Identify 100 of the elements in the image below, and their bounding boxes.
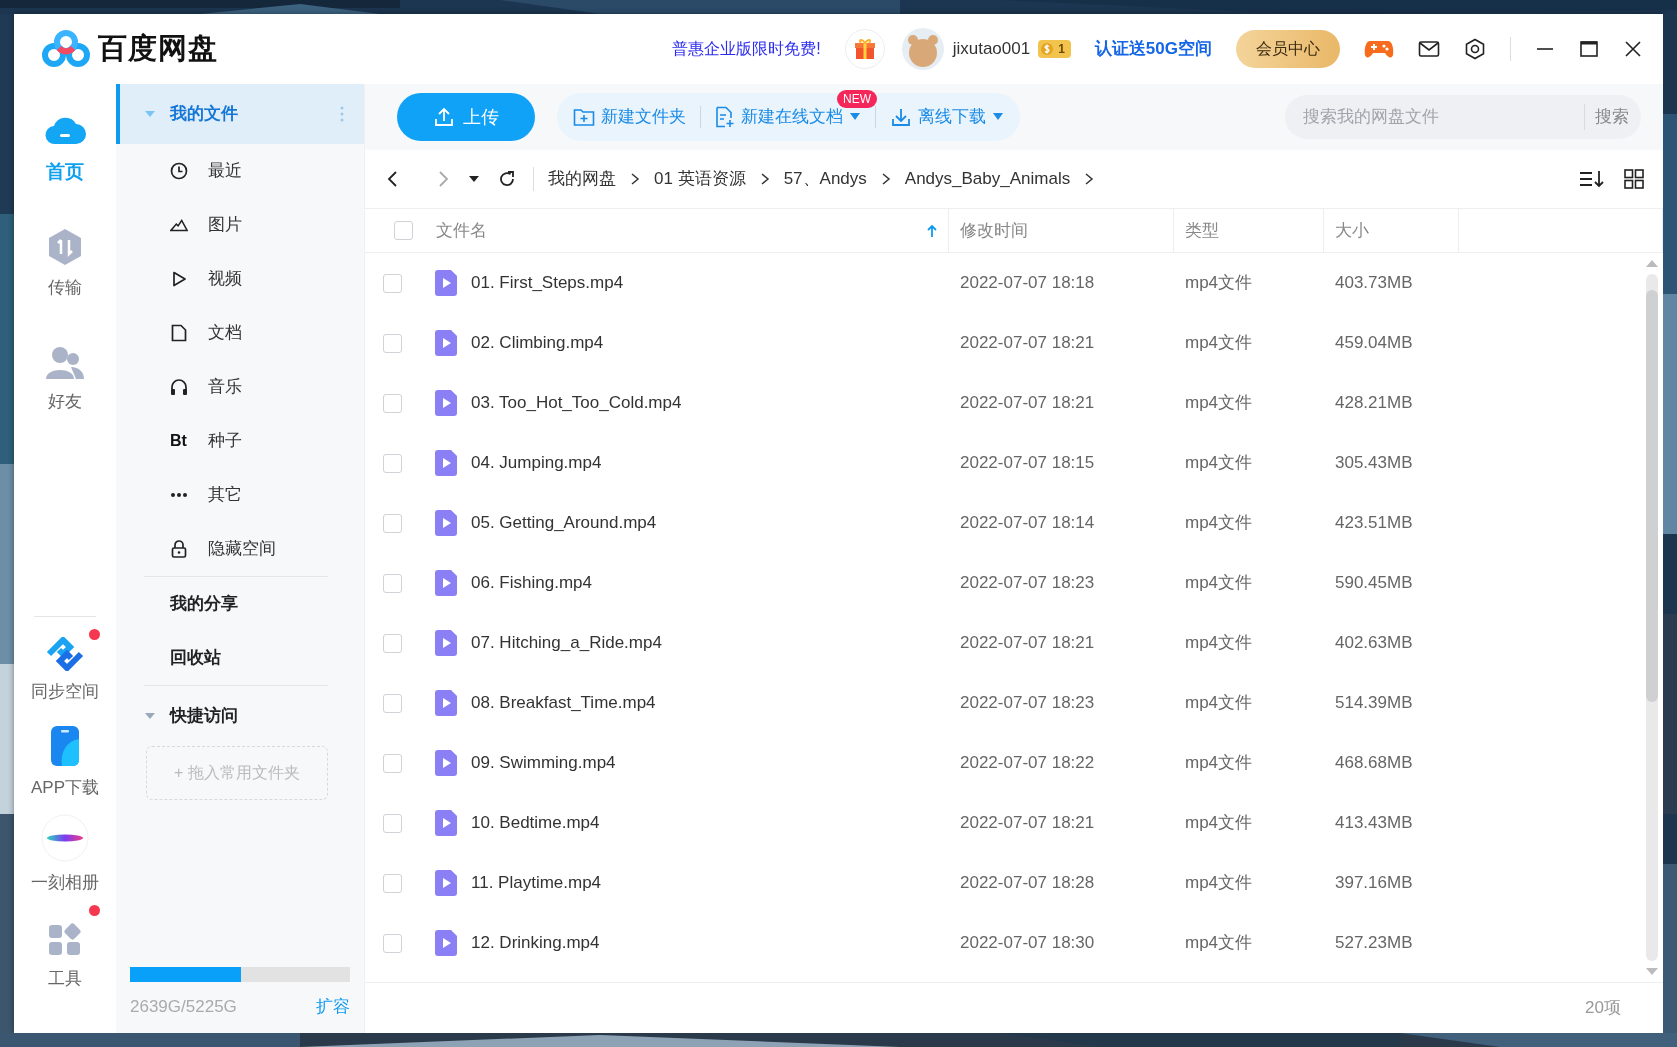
file-size: 590.45MB [1334, 573, 1413, 593]
file-name[interactable]: 06. Fishing.mp4 [471, 570, 592, 596]
app-title: 百度网盘 [98, 31, 218, 67]
grid-view-icon[interactable] [1621, 166, 1647, 192]
column-header[interactable]: 类型 [1174, 209, 1324, 252]
file-size: 514.39MB [1334, 693, 1413, 713]
rail-tab[interactable]: 同步空间 [14, 625, 116, 717]
breadcrumb-link[interactable]: 我的网盘 [548, 166, 616, 192]
file-name[interactable]: 07. Hitching_a_Ride.mp4 [471, 630, 662, 656]
file-name[interactable]: 04. Jumping.mp4 [471, 450, 602, 476]
username[interactable]: jixutao001 [952, 36, 1031, 62]
breadcrumb-link[interactable]: 57、Andys [783, 166, 867, 192]
file-name[interactable]: 01. First_Steps.mp4 [471, 270, 624, 296]
file-size: 397.16MB [1334, 873, 1413, 893]
row-checkbox[interactable] [383, 873, 402, 893]
row-checkbox[interactable] [383, 573, 402, 593]
rail-tab[interactable]: 传输 [14, 206, 116, 322]
more-icon[interactable] [340, 106, 344, 122]
sync-icon [45, 637, 85, 672]
close-icon[interactable] [1623, 39, 1643, 59]
nav-item[interactable]: Bt 种子 [116, 414, 364, 468]
clock-icon [170, 162, 188, 180]
scrollbar-thumb[interactable] [1646, 290, 1658, 703]
nav-item[interactable]: 最近 [116, 144, 364, 198]
album-icon [41, 814, 89, 863]
promo-link[interactable]: 普惠企业版限时免费! [672, 37, 821, 61]
row-checkbox[interactable] [383, 933, 402, 953]
row-checkbox[interactable] [383, 753, 402, 773]
new-badge: NEW [837, 90, 877, 109]
file-type: mp4文件 [1184, 273, 1253, 293]
file-size: 413.43MB [1334, 813, 1413, 833]
select-all-checkbox[interactable] [394, 221, 413, 240]
file-name[interactable]: 05. Getting_Around.mp4 [471, 510, 657, 536]
file-name[interactable]: 11. Playtime.mp4 [471, 870, 602, 896]
column-header[interactable]: 文件名 [425, 209, 949, 252]
nav-item[interactable]: 隐藏空间 [116, 522, 364, 576]
scroll-down-icon[interactable] [1645, 967, 1659, 976]
scrollbar-track[interactable] [1646, 274, 1658, 961]
caret-icon [144, 711, 156, 721]
row-checkbox[interactable] [383, 393, 402, 413]
avatar[interactable] [900, 27, 945, 71]
row-checkbox[interactable] [383, 693, 402, 713]
column-header[interactable]: 修改时间 [949, 209, 1174, 252]
row-checkbox[interactable] [383, 513, 402, 533]
row-checkbox[interactable] [383, 633, 402, 653]
breadcrumb-link[interactable]: 01 英语资源 [654, 166, 746, 192]
mail-icon[interactable] [1418, 40, 1440, 58]
rail-tab[interactable]: 好友 [14, 322, 116, 438]
rail-tab[interactable]: APP下载 [14, 717, 116, 809]
file-name[interactable]: 02. Climbing.mp4 [471, 330, 604, 356]
maximize-icon[interactable] [1579, 39, 1599, 59]
storage-usage: 2639G/5225G [130, 995, 237, 1018]
file-name[interactable]: 03. Too_Hot_Too_Cold.mp4 [471, 390, 682, 416]
row-checkbox[interactable] [383, 813, 402, 833]
nav-item[interactable]: 文档 [116, 306, 364, 360]
quick-access-item[interactable]: 快捷访问 [116, 686, 364, 746]
my-files-item[interactable]: 我的文件 [116, 84, 364, 144]
modified-time: 2022-07-07 18:28 [959, 873, 1095, 893]
nav-link[interactable]: 我的分享 [116, 577, 364, 631]
file-size: 468.68MB [1334, 753, 1413, 773]
row-checkbox[interactable] [383, 453, 402, 473]
row-checkbox[interactable] [383, 273, 402, 293]
breadcrumb-link[interactable]: Andys_Baby_Animals [904, 166, 1071, 192]
scroll-up-icon[interactable] [1645, 259, 1659, 268]
nav-item[interactable]: 视频 [116, 252, 364, 306]
video-file-icon [435, 810, 457, 836]
nav-item[interactable]: 图片 [116, 198, 364, 252]
modified-time: 2022-07-07 18:15 [959, 453, 1095, 473]
document-plus-icon [715, 106, 735, 128]
headphones-icon [170, 378, 188, 396]
certify-link[interactable]: 认证送50G空间 [1094, 36, 1212, 62]
file-type: mp4文件 [1184, 513, 1253, 533]
modified-time: 2022-07-07 18:21 [959, 333, 1095, 353]
modified-time: 2022-07-07 18:14 [959, 513, 1095, 533]
nav-item[interactable]: 音乐 [116, 360, 364, 414]
chevron-icon [1084, 172, 1095, 186]
nav-link[interactable]: 回收站 [116, 631, 364, 685]
file-name[interactable]: 12. Drinking.mp4 [471, 930, 600, 956]
nav-item[interactable]: 其它 [116, 468, 364, 522]
rail-tab[interactable]: 一刻相册 [14, 809, 116, 901]
vip-center-button[interactable]: 会员中心 [1236, 30, 1340, 68]
video-file-icon [435, 750, 457, 776]
rail-tab[interactable]: 工具 [14, 901, 116, 1013]
file-name[interactable]: 10. Bedtime.mp4 [471, 810, 600, 836]
file-size: 527.23MB [1334, 933, 1413, 953]
video-file-icon [435, 690, 457, 716]
file-name[interactable]: 08. Breakfast_Time.mp4 [471, 690, 656, 716]
column-header[interactable]: 大小 [1324, 209, 1459, 252]
video-file-icon [435, 330, 457, 356]
item-count: 20项 [1585, 997, 1621, 1020]
file-name[interactable]: 09. Swimming.mp4 [471, 750, 616, 776]
video-file-icon [435, 270, 457, 296]
file-type: mp4文件 [1184, 393, 1253, 413]
file-type: mp4文件 [1184, 753, 1253, 773]
gamepad-icon[interactable] [1364, 38, 1394, 60]
row-checkbox[interactable] [383, 333, 402, 353]
settings-icon[interactable] [1464, 38, 1486, 60]
document-icon [170, 324, 188, 342]
mountain-icon [170, 217, 188, 233]
file-size: 305.43MB [1334, 453, 1413, 473]
